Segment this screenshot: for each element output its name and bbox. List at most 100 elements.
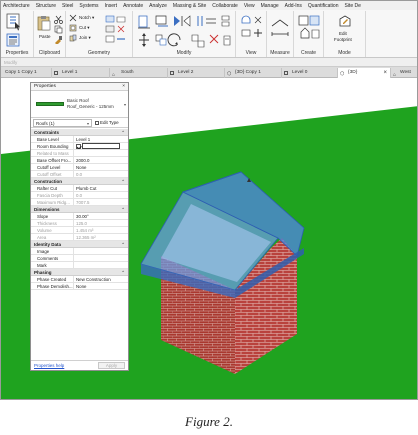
property-value[interactable]	[74, 262, 128, 268]
collapse-icon[interactable]: ⌃	[121, 269, 125, 276]
menu-tab-view[interactable]: View	[244, 3, 255, 9]
menu-tab-collaborate[interactable]: Collaborate	[212, 3, 238, 9]
instance-filter-dropdown[interactable]: Roofs (1) ▾	[33, 119, 92, 127]
notch-label[interactable]: Notch ▾	[79, 15, 94, 21]
menu-tab-annotate[interactable]: Annotate	[123, 3, 143, 9]
properties-help-link[interactable]: Properties help	[34, 363, 64, 368]
property-row: Slope 30.00°	[31, 213, 128, 220]
property-value[interactable]	[74, 255, 128, 261]
property-key: Fascia Depth	[31, 192, 74, 198]
view-tab-west[interactable]: ⌂ West	[391, 68, 417, 78]
create-group-label: Create	[300, 50, 316, 56]
edit-footprint-icon[interactable]	[338, 14, 352, 28]
close-icon[interactable]: ×	[122, 83, 125, 91]
floor-plan-icon	[54, 71, 58, 75]
cut-icon[interactable]	[54, 15, 63, 24]
menu-tab-site-de[interactable]: Site De	[344, 3, 360, 9]
view-tab-level-0[interactable]: Level 0	[282, 68, 338, 78]
match-properties-icon[interactable]	[54, 35, 63, 44]
view-tab-3d-copy-1[interactable]: ⬡ {3D} Copy 1	[225, 68, 282, 78]
modify-tools-icon[interactable]	[136, 13, 232, 49]
properties-icon[interactable]	[6, 33, 20, 47]
measure-group-label: Measure	[270, 50, 290, 56]
edit-type-button[interactable]: Edit Type	[95, 119, 119, 127]
paste-icon[interactable]	[37, 15, 51, 31]
property-value[interactable]: Level 1	[74, 136, 128, 142]
chevron-down-icon: ▾	[86, 121, 89, 126]
property-key: Maximum Ridg...	[31, 199, 74, 205]
edit-footprint-label-1[interactable]: Edit	[339, 31, 347, 36]
section-constraints[interactable]: Constraints ⌃	[31, 129, 128, 136]
menu-tab-analyze[interactable]: Analyze	[149, 3, 167, 9]
edit-footprint-label-2[interactable]: Footprint	[334, 37, 352, 42]
property-value[interactable]	[74, 248, 128, 254]
property-row: Thickness 125.0	[31, 220, 128, 227]
menu-tab-manage[interactable]: Manage	[261, 3, 279, 9]
collapse-icon[interactable]: ⌃	[121, 241, 125, 248]
cut-geometry-icon[interactable]	[69, 24, 77, 32]
property-value[interactable]: New Construction	[74, 276, 128, 282]
section-construction[interactable]: Construction ⌃	[31, 178, 128, 185]
section-identity-data[interactable]: Identity Data ⌃	[31, 241, 128, 248]
edit-type-icon	[95, 120, 99, 125]
geometry-tools-icon[interactable]	[104, 14, 128, 44]
ribbon-group-modify: Modify	[133, 11, 236, 57]
ribbon-group-properties: Properties	[1, 11, 34, 57]
apply-button[interactable]: Apply	[98, 362, 125, 369]
copy-icon[interactable]	[54, 25, 63, 34]
cut-label[interactable]: Cut ▾	[79, 25, 90, 31]
view-tab-copy-1-copy-1[interactable]: Copy 1 Copy 1	[1, 68, 52, 78]
type-name-label: Roof_Generic - 125mm	[67, 104, 114, 109]
cope-icon[interactable]	[69, 14, 77, 22]
menu-tab-add-ins[interactable]: Add-Ins	[285, 3, 302, 9]
property-row: Cutoff Offset 0.0	[31, 171, 128, 178]
property-key: Mark	[31, 262, 74, 268]
property-value[interactable]: 30.00°	[74, 213, 128, 219]
property-key: Room Bounding	[31, 143, 74, 149]
room-bounding-checkbox[interactable]	[76, 143, 81, 149]
property-row: Mark	[31, 262, 128, 269]
figure-caption: Figure 2.	[185, 414, 233, 429]
menu-tab-massing-site[interactable]: Massing & Site	[173, 3, 206, 9]
property-value[interactable]: 2000.0	[74, 157, 128, 163]
menu-tab-architecture[interactable]: Architecture	[3, 3, 30, 9]
menu-tab-quantification[interactable]: Quantification	[308, 3, 339, 9]
section-dimensions[interactable]: Dimensions ⌃	[31, 206, 128, 213]
join-label[interactable]: Join ▾	[79, 35, 91, 41]
property-row: Base Offset Fro... 2000.0	[31, 157, 128, 164]
collapse-icon[interactable]: ⌃	[121, 178, 125, 185]
property-value	[74, 150, 128, 156]
roof-type-swatch	[36, 102, 64, 106]
property-value[interactable]: None	[74, 164, 128, 170]
modify-select-icon[interactable]	[5, 13, 23, 31]
property-value[interactable]: Plumb Cut	[74, 185, 128, 191]
view-tab-level-1[interactable]: Level 1	[52, 68, 110, 78]
menu-tab-steel[interactable]: Steel	[62, 3, 73, 9]
create-tools-icon[interactable]	[297, 14, 321, 46]
room-bounding-value[interactable]	[74, 143, 128, 149]
collapse-icon[interactable]: ⌃	[121, 206, 125, 213]
menu-tab-insert[interactable]: Insert	[105, 3, 118, 9]
type-selector[interactable]: Basic Roof Roof_Generic - 125mm ▾	[31, 91, 128, 118]
collapse-icon[interactable]: ⌃	[121, 129, 125, 136]
instance-row: Roofs (1) ▾ Edit Type	[31, 118, 128, 128]
property-row: Comments	[31, 255, 128, 262]
menu-tab-systems[interactable]: Systems	[79, 3, 98, 9]
revit-window: Architecture Structure Steel Systems Insert A…	[0, 0, 418, 400]
view-tab-3d[interactable]: ⬡ {3D} ×	[338, 68, 391, 78]
view-tab-level-2[interactable]: Level 2	[168, 68, 225, 78]
join-icon[interactable]	[69, 34, 77, 42]
close-tab-icon[interactable]: ×	[383, 68, 387, 78]
view-tab-south[interactable]: ⌂ South	[110, 68, 168, 78]
property-value[interactable]: None	[74, 283, 128, 289]
section-phasing[interactable]: Phasing ⌃	[31, 269, 128, 276]
property-key: Area	[31, 234, 74, 240]
measure-icon[interactable]	[270, 16, 290, 44]
property-row: Fascia Depth 0.0	[31, 192, 128, 199]
property-row: Phase Demolish... None	[31, 283, 128, 290]
property-key: Volume	[31, 227, 74, 233]
menu-tab-structure[interactable]: Structure	[36, 3, 56, 9]
view-tools-icon[interactable]	[239, 14, 264, 46]
type-selector-caret-icon[interactable]: ▾	[124, 102, 126, 107]
property-value: 125.0	[76, 221, 87, 226]
